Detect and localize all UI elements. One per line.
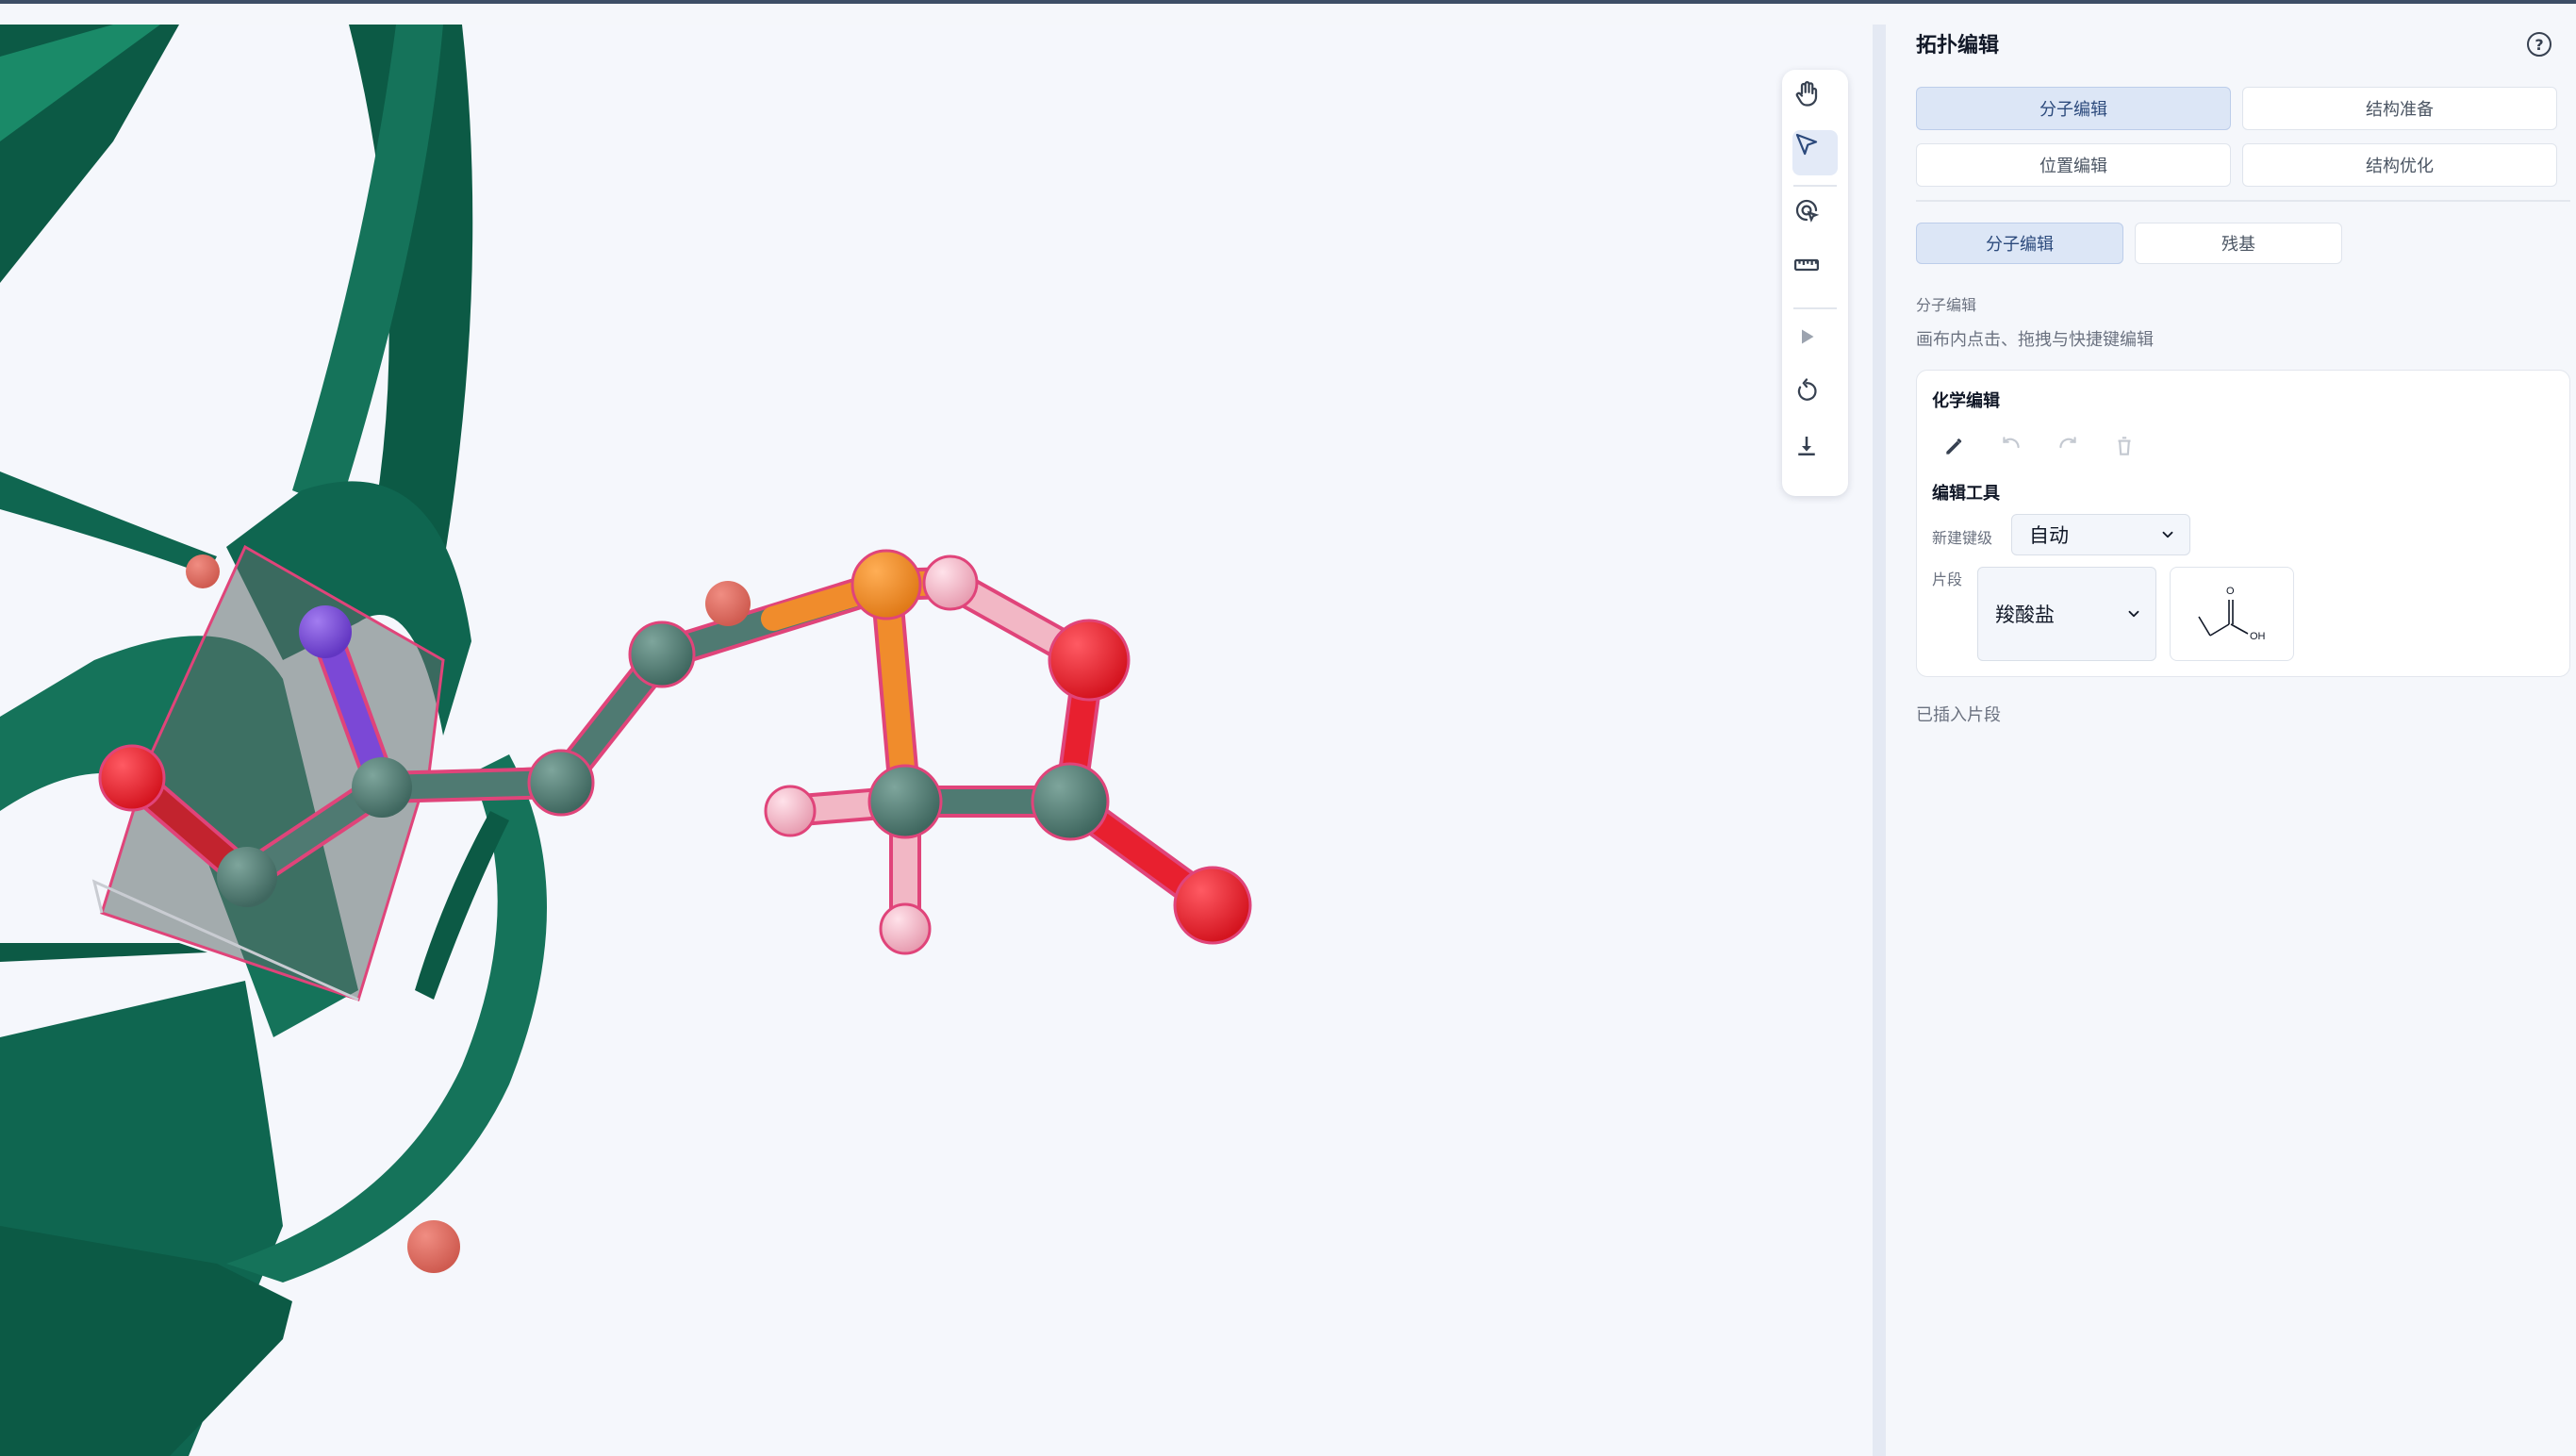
molecule-viewer-canvas[interactable] [0, 25, 1873, 1456]
ruler-icon [1794, 258, 1819, 272]
play-button[interactable] [1792, 323, 1838, 368]
chevron-down-icon [2162, 531, 2173, 538]
hand-tool-button[interactable] [1792, 79, 1838, 124]
topology-edit-panel: 拓扑编辑 ? 分子编辑 结构准备 位置编辑 结构优化 分子编辑 残基 分子编辑 … [1899, 4, 2576, 1456]
help-icon[interactable]: ? [2527, 32, 2551, 57]
tab-structure-optimize[interactable]: 结构优化 [2242, 143, 2557, 187]
delete-button[interactable] [2105, 427, 2143, 465]
section-label: 分子编辑 [1916, 296, 1977, 314]
draw-button[interactable] [1936, 427, 1973, 465]
carbon-atom [867, 764, 943, 839]
undo-icon [2003, 437, 2020, 449]
bond-level-label: 新建键级 [1932, 529, 1993, 547]
reset-view-button[interactable] [1792, 377, 1838, 422]
bond-level-value: 自动 [2029, 524, 2069, 547]
redo-button[interactable] [2049, 427, 2087, 465]
toolbar-divider [1793, 185, 1837, 187]
chem-edit-title: 化学编辑 [1932, 391, 2000, 411]
oxygen-label: O [2226, 586, 2235, 597]
water-atom [186, 554, 220, 588]
carboxylate-structure-icon: O OH [2198, 586, 2266, 642]
panel-title: 拓扑编辑 [1916, 34, 2000, 58]
inserted-fragment-label: 已插入片段 [1916, 705, 2001, 725]
hydrogen-atom [879, 902, 932, 955]
pencil-icon [1946, 438, 1962, 455]
molecule-scene[interactable] [0, 25, 1873, 1456]
redo-icon [2059, 437, 2076, 449]
water-atom [705, 581, 751, 626]
oxygen-atom [1173, 866, 1252, 945]
carbon-atom [527, 749, 595, 817]
focus-select-icon [1795, 199, 1820, 223]
oxygen-atom [1048, 619, 1131, 702]
hand-icon [1795, 81, 1818, 107]
tab-position-edit[interactable]: 位置编辑 [1916, 143, 2231, 187]
hydroxyl-label: OH [2250, 631, 2266, 642]
fragment-select[interactable]: 羧酸盐 [1977, 567, 2156, 661]
hydrogen-atom [764, 785, 817, 837]
fragment-value: 羧酸盐 [1995, 604, 2055, 626]
pointer-tool-button[interactable] [1792, 130, 1838, 175]
fragment-label: 片段 [1932, 571, 1963, 588]
subtab-residue[interactable]: 残基 [2135, 223, 2342, 264]
bond-level-select[interactable]: 自动 [2011, 514, 2190, 555]
download-icon [1798, 437, 1815, 455]
carbon-atom [217, 847, 277, 907]
subtab-molecule-edit[interactable]: 分子编辑 [1916, 223, 2123, 264]
fragment-preview[interactable]: O OH [2170, 567, 2294, 661]
play-icon [1802, 329, 1814, 344]
tab-molecule-edit[interactable]: 分子编辑 [1916, 87, 2231, 130]
water-atom [407, 1220, 460, 1273]
section-hint: 画布内点击、拖拽与快捷键编辑 [1916, 330, 2154, 350]
pointer-icon [1795, 133, 1818, 156]
toolbar-divider [1793, 307, 1837, 309]
viewer-edge [1873, 25, 1886, 1456]
chem-edit-card: 化学编辑 编辑工具 新建键级 自动 片段 羧酸盐 O OH [1916, 370, 2570, 677]
tab-structure-prep[interactable]: 结构准备 [2242, 87, 2557, 130]
ruler-tool-button[interactable] [1792, 251, 1838, 296]
panel-divider [1916, 200, 2570, 202]
chevron-down-icon [2128, 610, 2139, 618]
reset-icon [1797, 378, 1817, 401]
download-button[interactable] [1792, 432, 1838, 477]
nitrogen-atom [299, 605, 352, 658]
oxygen-atom [98, 744, 166, 812]
hydrogen-atom [922, 554, 979, 611]
undo-button[interactable] [1992, 427, 2030, 465]
trash-icon [2118, 437, 2131, 455]
carbon-atom [352, 757, 412, 818]
viewer-toolbar [1782, 70, 1848, 496]
carbon-atom [1031, 762, 1110, 841]
focus-select-tool-button[interactable] [1792, 196, 1838, 241]
edit-tools-title: 编辑工具 [1932, 484, 2000, 504]
sulfur-atom [850, 549, 922, 620]
carbon-atom [628, 620, 696, 688]
